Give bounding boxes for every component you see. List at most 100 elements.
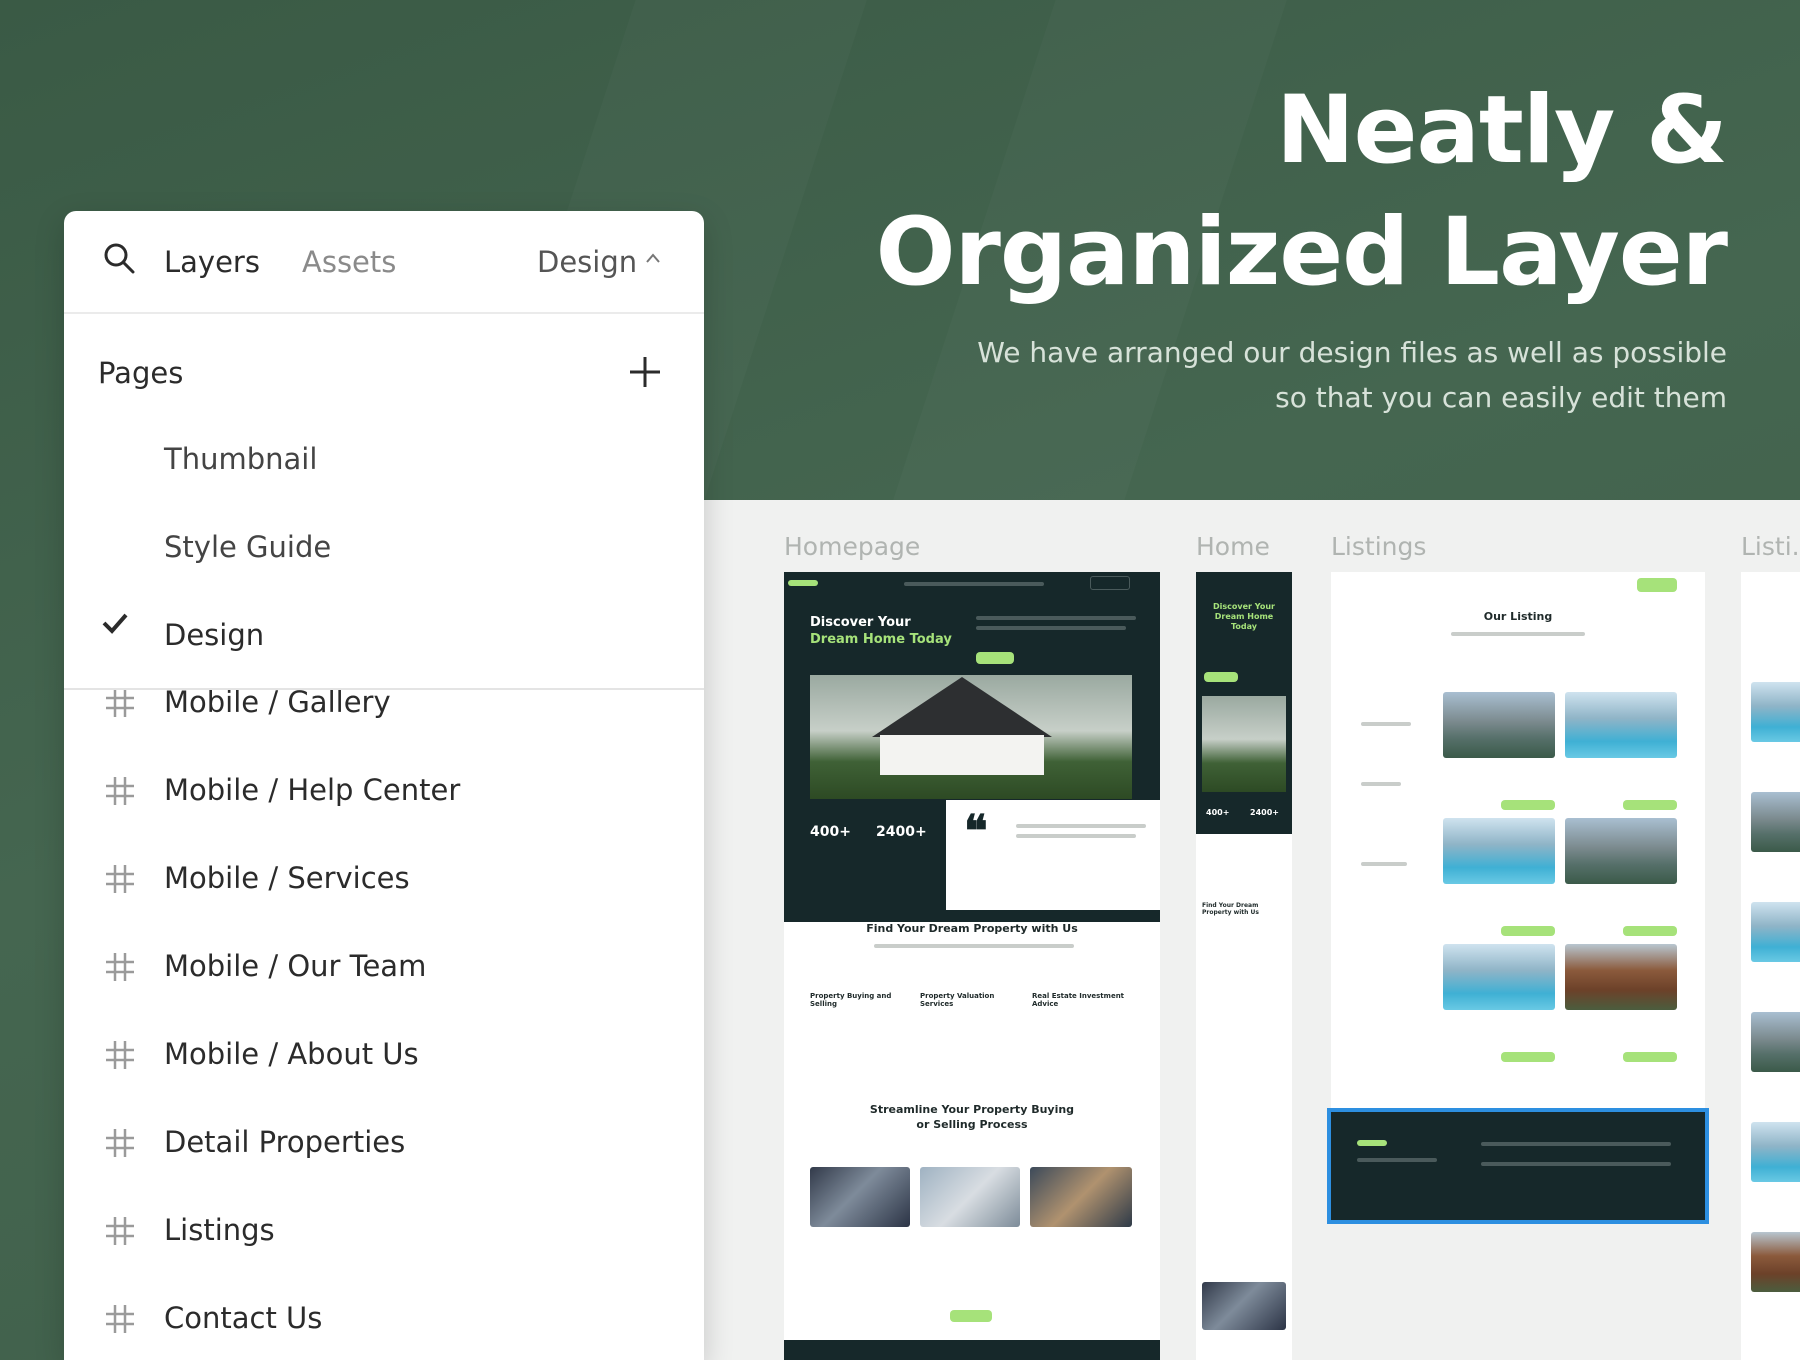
hero-title-line-2: Organized Layer: [875, 198, 1728, 307]
layers-panel: Layers Assets Design Pages Thumbnail Sty…: [64, 211, 704, 1360]
design-canvas[interactable]: Homepage Home Listings Listi... Discover…: [703, 500, 1800, 1360]
mobile-section-title: Find Your Dream Property with Us: [1202, 902, 1259, 916]
listing-button: [1501, 926, 1555, 936]
frame-icon: [106, 1305, 134, 1333]
mobile-listing-photo: [1751, 1012, 1800, 1072]
layer-row[interactable]: Mobile / Services: [64, 839, 704, 927]
layer-label: Contact Us: [164, 1301, 323, 1335]
homepage-hero-text: [976, 616, 1136, 620]
layer-label: Mobile / Help Center: [164, 773, 461, 807]
homepage-service-3: Real Estate Investment Advice: [1032, 992, 1125, 1008]
listings-footer-selected[interactable]: [1327, 1108, 1709, 1224]
homepage-card-photo-1: [810, 1167, 910, 1227]
page-item-thumbnail[interactable]: Thumbnail: [164, 442, 317, 476]
hero-title: Neatly & Organized Layer: [827, 70, 1728, 314]
frame-icon: [106, 1217, 134, 1245]
frame-icon: [106, 953, 134, 981]
homepage-section-2-title: Streamline Your Property Buying or Selli…: [784, 1102, 1160, 1132]
listing-button: [1501, 1052, 1555, 1062]
homepage-section-title: Find Your Dream Property with Us: [866, 922, 1078, 935]
listing-button: [1623, 1052, 1677, 1062]
frame-label-listings-2[interactable]: Listi...: [1741, 532, 1800, 561]
homepage-hero-line-2: Dream Home Today: [810, 632, 952, 647]
footer-links: [1481, 1162, 1671, 1166]
homepage-frame[interactable]: Discover Your Dream Home Today 400+ 2400…: [784, 572, 1160, 1360]
page-item-style-guide[interactable]: Style Guide: [164, 530, 331, 564]
panel-header: Layers Assets Design: [64, 211, 704, 314]
listings-filter: [1361, 782, 1401, 786]
frame-label-listings[interactable]: Listings: [1331, 532, 1426, 561]
search-icon[interactable]: [102, 241, 136, 275]
homepage-logo: [788, 580, 818, 586]
frame-icon: [106, 689, 134, 717]
listings-mobile-frame[interactable]: [1741, 572, 1800, 1360]
footer-logo: [1357, 1140, 1387, 1146]
homepage-login-button: [1090, 576, 1130, 590]
mobile-home-frame[interactable]: Discover Your Dream Home Today 400+ 2400…: [1196, 572, 1292, 1360]
listings-header-button: [1637, 578, 1677, 592]
frame-icon: [106, 865, 134, 893]
layer-row[interactable]: Listings: [64, 1191, 704, 1279]
homepage-service-2: Property Valuation Services: [920, 992, 995, 1008]
mobile-hero-photo: [1202, 696, 1286, 792]
frame-label-homepage[interactable]: Homepage: [784, 532, 920, 561]
homepage-card-photo-2: [920, 1167, 1020, 1227]
layer-label: Mobile / Gallery: [164, 685, 391, 719]
layer-row[interactable]: Mobile / Our Team: [64, 927, 704, 1015]
listing-photo-6: [1565, 944, 1677, 1010]
quote-icon: ❝: [964, 806, 988, 857]
mobile-hero: Discover Your Dream Home Today 400+ 2400…: [1196, 572, 1292, 834]
layer-label: Mobile / Our Team: [164, 949, 427, 983]
testimonial-text: [1016, 824, 1146, 828]
mobile-cta-button: [1204, 672, 1238, 682]
listing-photo-2: [1565, 692, 1677, 758]
homepage-more-button: [950, 1310, 992, 1322]
house-roof: [872, 677, 1052, 737]
page-item-design[interactable]: Design: [164, 618, 264, 652]
mobile-listing-photo: [1751, 1122, 1800, 1182]
layer-label: Mobile / About Us: [164, 1037, 419, 1071]
hero-subtitle-line-1: We have arranged our design files as wel…: [977, 336, 1727, 369]
mobile-hero-title: Discover Your Dream Home Today: [1213, 602, 1275, 631]
homepage-hero-text: [976, 626, 1126, 630]
tab-layers[interactable]: Layers: [164, 245, 260, 279]
listings-subtitle: [1451, 632, 1585, 636]
homepage-footer: [784, 1340, 1160, 1360]
mobile-listing-photo: [1751, 902, 1800, 962]
mobile-stat-1: 400+: [1206, 808, 1230, 817]
section-2-line-1: Streamline Your Property Buying: [869, 1103, 1075, 1116]
layer-row[interactable]: Contact Us: [64, 1279, 704, 1360]
homepage-hero-photo: [810, 675, 1132, 799]
layer-label: Mobile / Services: [164, 861, 410, 895]
listing-button: [1623, 800, 1677, 810]
listing-photo-4: [1565, 818, 1677, 884]
mobile-listing-photo: [1751, 1232, 1800, 1292]
pages-section: Pages Thumbnail Style Guide Design: [64, 314, 704, 690]
pages-title: Pages: [98, 356, 184, 390]
layer-label: Detail Properties: [164, 1125, 406, 1159]
house-body: [880, 735, 1044, 775]
frame-icon: [106, 1129, 134, 1157]
plus-icon[interactable]: [627, 354, 663, 390]
frame-label-home[interactable]: Home: [1196, 532, 1270, 561]
listing-button: [1623, 926, 1677, 936]
listings-title: Our Listing: [1483, 610, 1553, 623]
layer-row[interactable]: Mobile / Help Center: [64, 751, 704, 839]
mobile-card-photo: [1202, 1282, 1286, 1330]
mobile-listing-photo: [1751, 682, 1800, 742]
homepage-service-1: Property Buying and Selling: [810, 992, 892, 1008]
section-text: [874, 944, 1074, 948]
layer-row[interactable]: Detail Properties: [64, 1103, 704, 1191]
listings-frame[interactable]: Our Listing: [1331, 572, 1705, 1112]
chevron-up-icon[interactable]: [645, 252, 661, 264]
check-icon: [102, 613, 128, 634]
hero-subtitle: We have arranged our design files as wel…: [827, 330, 1727, 420]
design-dropdown-label[interactable]: Design: [537, 245, 637, 279]
layer-row[interactable]: Mobile / About Us: [64, 1015, 704, 1103]
tab-assets[interactable]: Assets: [302, 245, 396, 279]
homepage-stat-2: 2400+: [876, 824, 927, 840]
listing-photo-3: [1443, 818, 1555, 884]
homepage-stat-1: 400+: [810, 824, 851, 840]
listings-filter: [1361, 862, 1407, 866]
hero-subtitle-line-2: so that you can easily edit them: [1275, 381, 1727, 414]
